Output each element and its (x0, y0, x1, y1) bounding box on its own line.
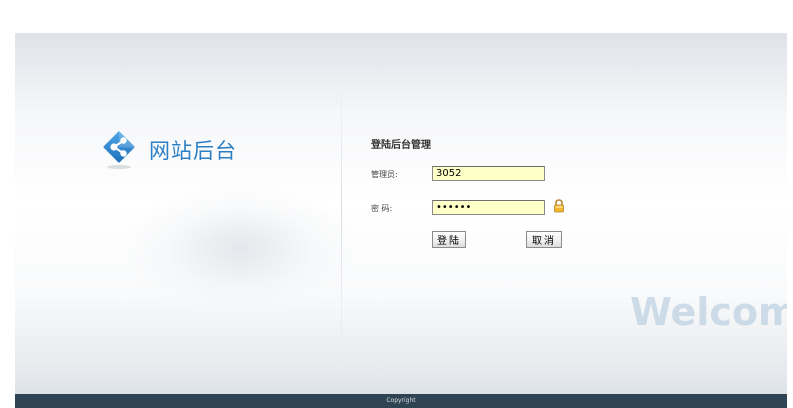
footer-bar: Copyright (15, 394, 787, 408)
share-nodes-icon (102, 130, 136, 170)
copyright-text: Copyright (386, 397, 416, 404)
welcome-watermark: Welcome (630, 290, 787, 334)
login-button[interactable]: 登陆 (432, 231, 466, 248)
login-page: 网站后台 登陆后台管理 管理员: 密 码: 登陆 取消 Welcome Copy… (15, 33, 787, 408)
username-label: 管理员: (371, 170, 398, 179)
logo-text: 网站后台 (149, 139, 237, 163)
cancel-button[interactable]: 取消 (526, 231, 562, 248)
background-glow (125, 183, 355, 313)
site-logo: 网站后台 (102, 130, 237, 170)
lock-icon (552, 198, 566, 213)
username-input[interactable] (432, 166, 545, 181)
form-title: 登陆后台管理 (371, 140, 431, 151)
password-label: 密 码: (371, 204, 393, 213)
panel-divider (341, 73, 342, 373)
password-input[interactable] (432, 200, 545, 215)
